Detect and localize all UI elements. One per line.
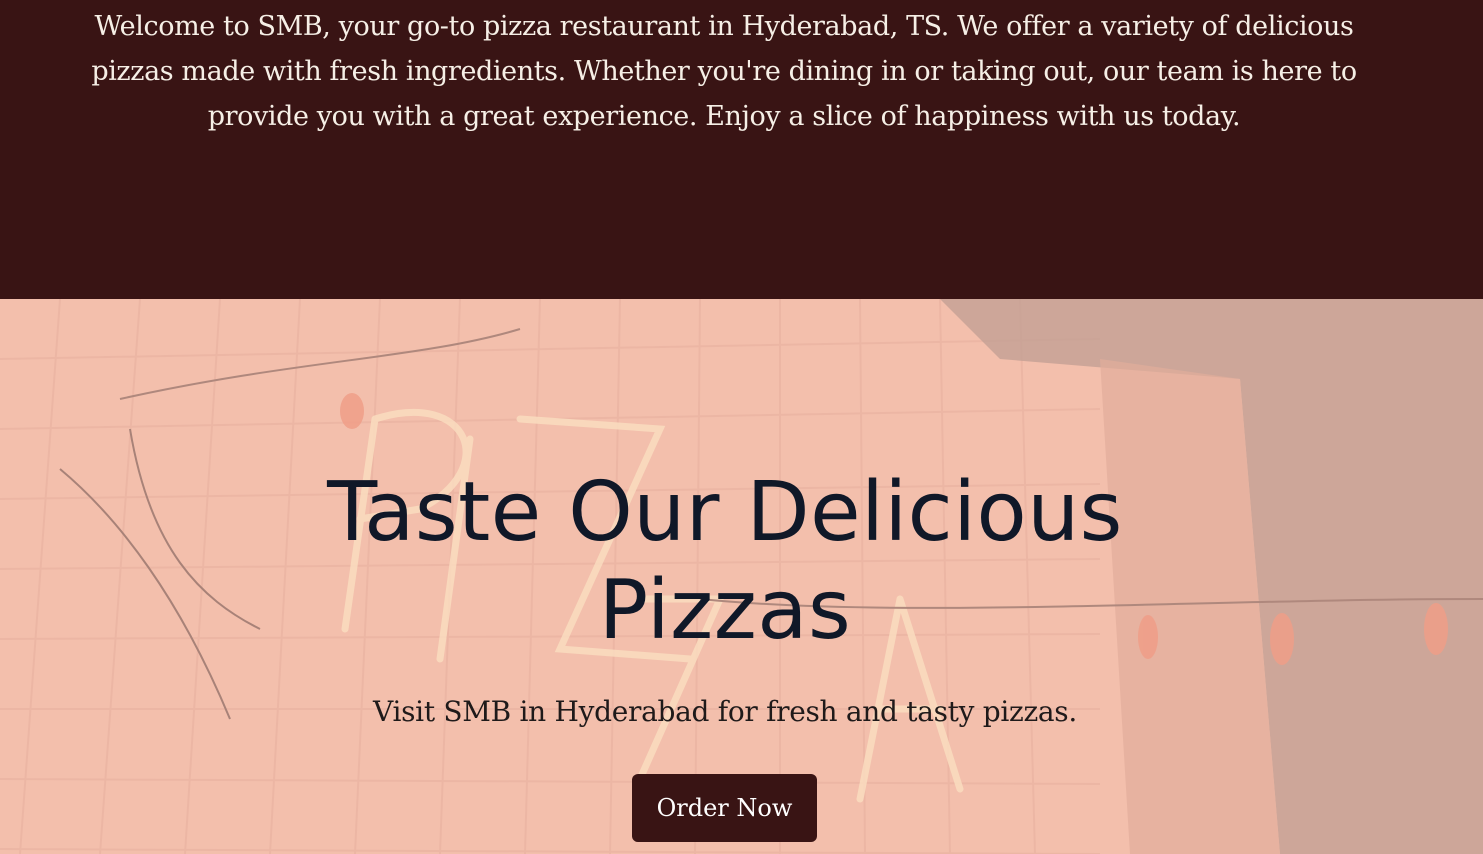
hero-title: Taste Our Delicious Pizzas: [327, 465, 1123, 658]
hero-subtitle: Visit SMB in Hyderabad for fresh and tas…: [373, 695, 1077, 728]
about-text: Welcome to SMB, your go-to pizza restaur…: [91, 11, 1357, 132]
about-section: Welcome to SMB, your go-to pizza restaur…: [0, 0, 1483, 299]
hero-section: Taste Our Delicious Pizzas Visit SMB in …: [0, 299, 1483, 854]
order-now-button[interactable]: Order Now: [632, 774, 817, 842]
